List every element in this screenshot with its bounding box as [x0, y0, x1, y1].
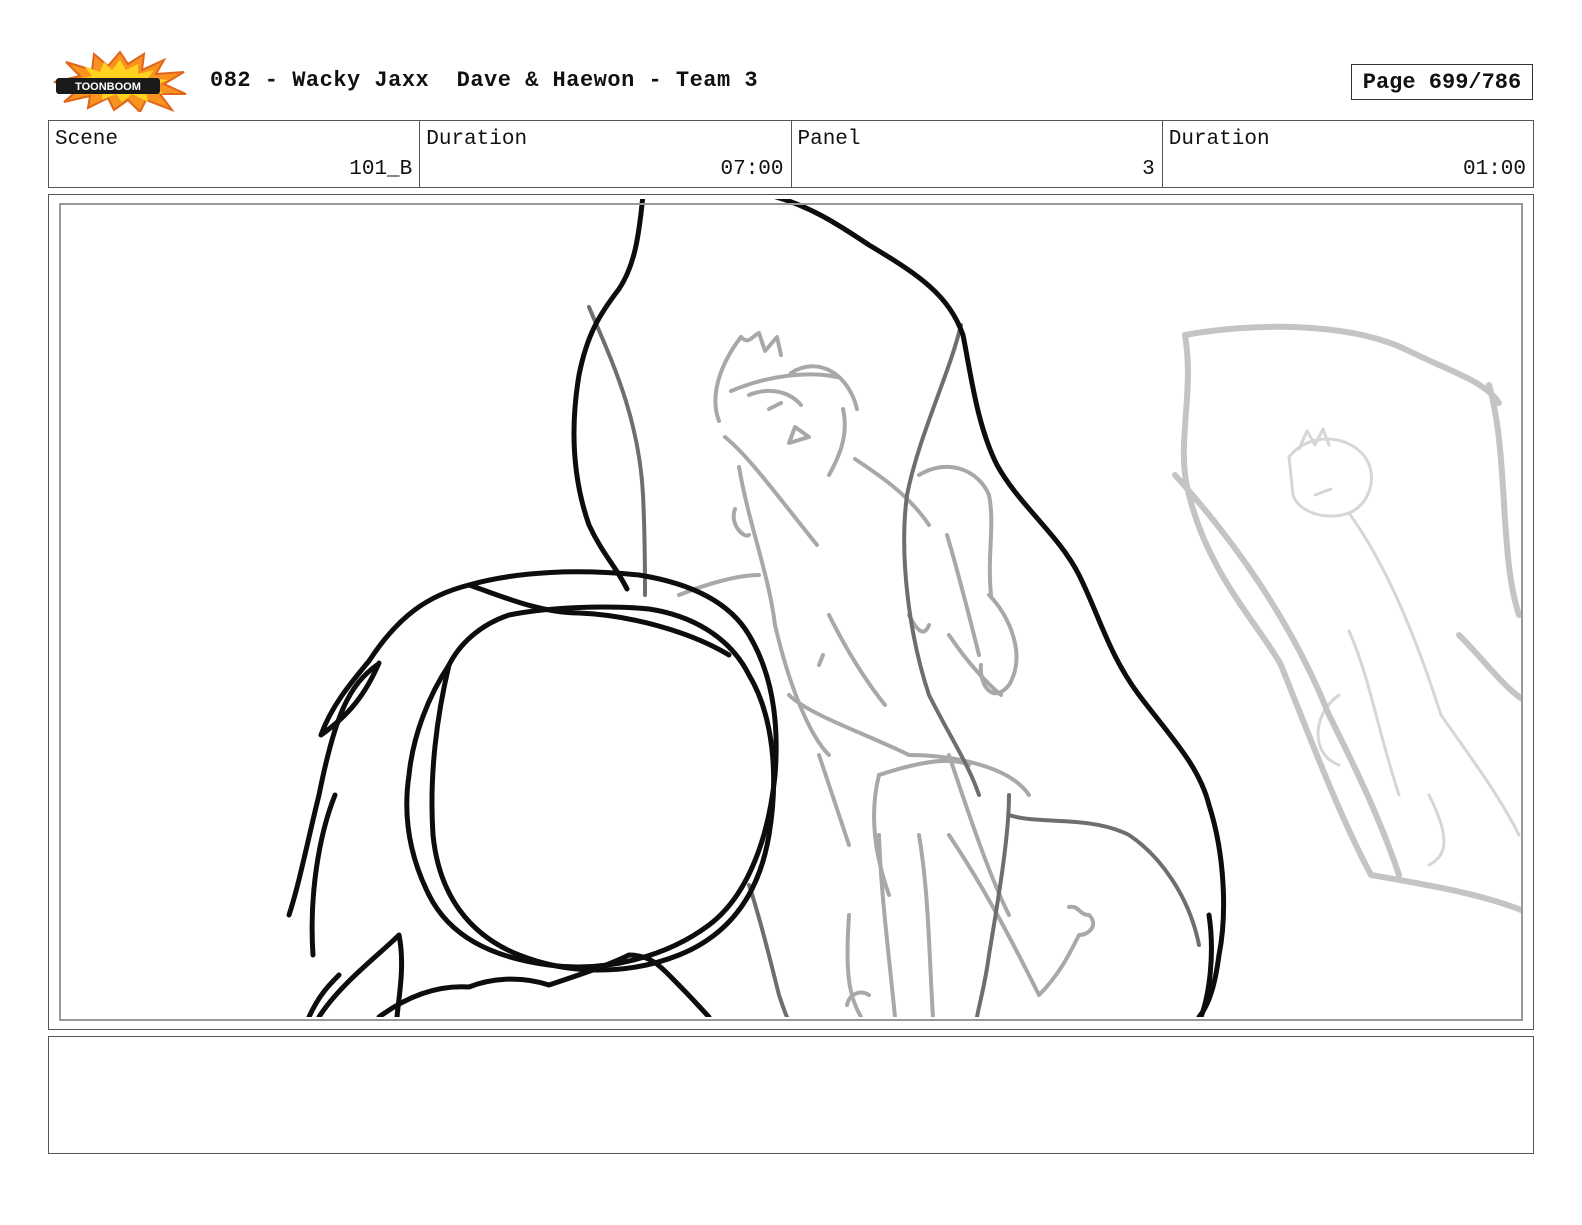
toonboom-logo: TOONBOOM: [53, 50, 187, 112]
scene-duration-cell: Duration 07:00: [420, 121, 792, 187]
logo-wordmark: TOONBOOM: [75, 81, 141, 93]
panel-cell: Panel 3: [792, 121, 1163, 187]
scene-value: 101_B: [349, 158, 413, 181]
panel-notes-box: [48, 1036, 1534, 1154]
scene-duration-label: Duration: [426, 128, 528, 151]
panel-safe-area: [59, 203, 1523, 1021]
scene-duration-value: 07:00: [720, 158, 784, 181]
panel-info-table: Scene 101_B Duration 07:00 Panel 3 Durat…: [48, 120, 1534, 188]
panel-label: Panel: [797, 128, 861, 151]
storyboard-title: 082 - Wacky Jaxx Dave & Haewon - Team 3: [210, 68, 759, 93]
panel-duration-cell: Duration 01:00: [1163, 121, 1533, 187]
panel-duration-value: 01:00: [1462, 158, 1526, 181]
scene-label: Scene: [55, 128, 119, 151]
scene-cell: Scene 101_B: [49, 121, 421, 187]
storyboard-panel: [48, 194, 1534, 1030]
panel-duration-label: Duration: [1168, 128, 1270, 151]
panel-value: 3: [1142, 158, 1155, 181]
page-counter: Page 699/786: [1351, 64, 1533, 100]
